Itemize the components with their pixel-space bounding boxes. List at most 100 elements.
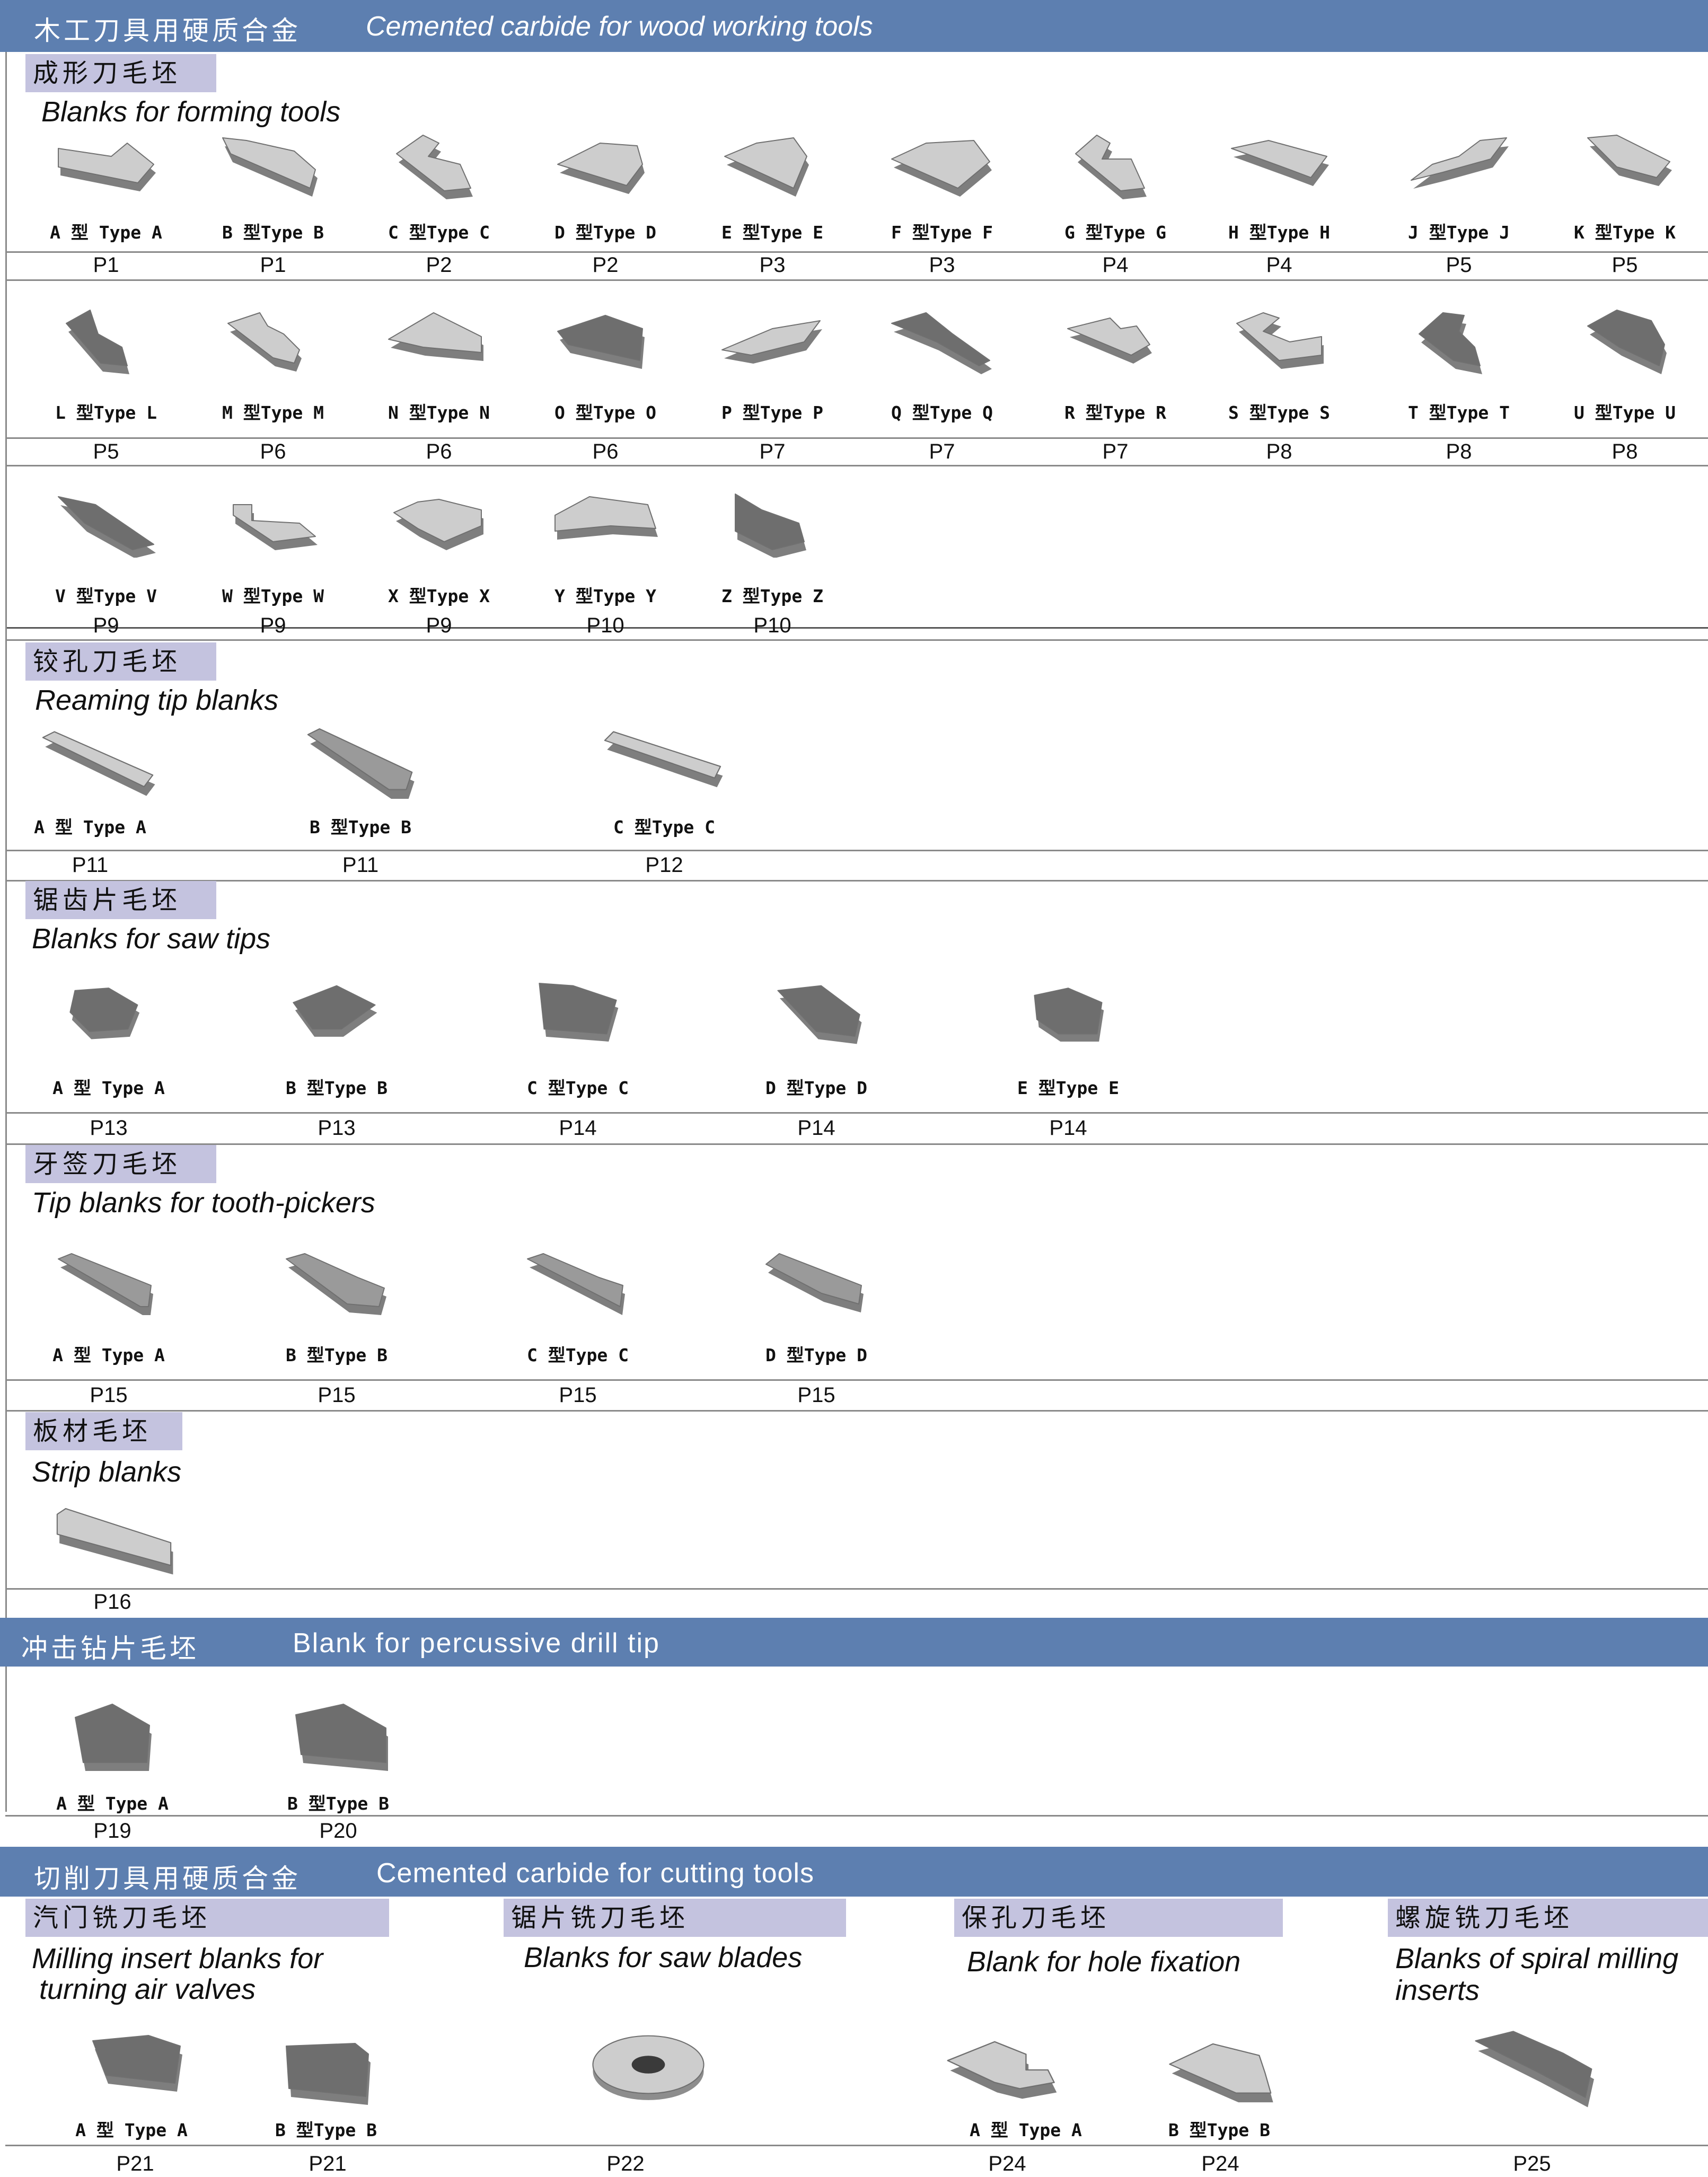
tab-spiral: 螺旋铣刀毛坯	[1388, 1899, 1708, 1937]
type-label: A 型 Type A	[75, 2120, 188, 2140]
type-label: U 型Type U	[1574, 402, 1676, 423]
page-ref: P21	[116, 2152, 154, 2175]
type-label: D 型Type D	[765, 1078, 867, 1098]
page-ref: P11	[342, 853, 379, 877]
type-label: T 型Type T	[1408, 402, 1510, 423]
type-label: W 型Type W	[222, 586, 324, 606]
saw-tip-blank-image	[293, 985, 377, 1037]
page-ref: P20	[319, 1819, 357, 1843]
divider	[5, 639, 1708, 641]
divider	[5, 437, 1708, 439]
blank-s-image	[1236, 312, 1324, 369]
blank-o-image	[557, 315, 645, 369]
divider	[5, 465, 1708, 466]
page-ref: P25	[1513, 2152, 1551, 2175]
page-ref: P14	[1049, 1116, 1087, 1140]
type-label: A 型 Type A	[52, 1345, 165, 1365]
hole-subtitle: Blank for hole fixation	[967, 1946, 1241, 1978]
spiral-subtitle-1: Blanks of spiral milling	[1395, 1943, 1679, 1975]
page-ref: P9	[260, 614, 286, 637]
page-ref: P3	[929, 253, 955, 277]
blank-j-image	[1411, 137, 1509, 189]
page-ref: P14	[797, 1116, 835, 1140]
page-ref: P5	[1446, 253, 1472, 277]
page-ref: P16	[93, 1590, 131, 1614]
type-label: C 型Type C	[527, 1345, 629, 1365]
page-ref: P24	[988, 2152, 1026, 2175]
hole-blank-b-image	[1169, 2043, 1273, 2103]
type-label: L 型Type L	[55, 402, 157, 423]
type-label: Y 型Type Y	[554, 586, 656, 606]
page-ref: P5	[1612, 253, 1638, 277]
type-label: B 型Type B	[286, 1078, 388, 1098]
type-label: C 型Type C	[527, 1078, 629, 1098]
saw-blade-blank-image	[592, 2035, 705, 2100]
type-label: A 型 Type A	[50, 222, 162, 243]
banner-cutting: 切削刀具用硬质合金 Cemented carbide for cutting t…	[0, 1847, 1708, 1897]
tab-forming: 成形刀毛坯	[25, 54, 216, 92]
type-label: A 型 Type A	[52, 1078, 165, 1098]
type-label: B 型Type B	[286, 1345, 388, 1365]
tooth-picker-blank-image	[58, 1253, 153, 1315]
type-label: P 型Type P	[721, 402, 823, 423]
page-ref: P9	[426, 614, 452, 637]
type-label: A 型 Type A	[56, 1793, 169, 1814]
divider	[5, 1112, 1708, 1114]
blank-e-image	[724, 137, 809, 197]
banner-wood-en: Cemented carbide for wood working tools	[366, 11, 873, 42]
type-label: C 型Type C	[613, 817, 715, 838]
tab-reaming: 铰孔刀毛坯	[25, 642, 216, 681]
page-ref: P13	[318, 1116, 356, 1140]
page-ref: P8	[1612, 440, 1638, 463]
drill-tip-blank-image	[75, 1704, 152, 1771]
blank-h-image	[1231, 140, 1329, 186]
type-label: N 型Type N	[388, 402, 490, 423]
divider	[5, 2145, 1708, 2146]
page-ref: P1	[260, 253, 286, 277]
banner-wood: 木工刀具用硬质合金 Cemented carbide for wood work…	[0, 0, 1708, 52]
banner-cutting-en: Cemented carbide for cutting tools	[376, 1858, 814, 1889]
spiral-blank-image	[1475, 2031, 1594, 2108]
divider	[5, 251, 1708, 253]
tab-hole: 保孔刀毛坯	[954, 1899, 1283, 1937]
reaming-blank-image	[604, 731, 723, 788]
type-label: S 型Type S	[1228, 402, 1330, 423]
blank-k-image	[1587, 135, 1672, 186]
reaming-subtitle: Reaming tip blanks	[35, 684, 279, 716]
page-ref: P5	[93, 440, 119, 463]
page-ref: P10	[586, 614, 624, 637]
blank-n-image	[388, 312, 483, 361]
page-ref: P15	[318, 1383, 356, 1407]
divider	[5, 1143, 1708, 1145]
type-label: D 型Type D	[765, 1345, 867, 1365]
type-label: X 型Type X	[388, 586, 490, 606]
banner-drill: 冲击钻片毛坯 Blank for percussive drill tip	[0, 1618, 1708, 1667]
divider	[5, 279, 1708, 281]
blank-b-image	[222, 137, 318, 197]
type-label: Z 型Type Z	[721, 586, 823, 606]
valve-blank-b-image	[286, 2043, 371, 2105]
tab-tooth: 牙签刀毛坯	[25, 1145, 216, 1183]
tooth-picker-blank-image	[527, 1253, 625, 1315]
type-label: E 型Type E	[721, 222, 823, 243]
divider	[5, 880, 1708, 882]
banner-drill-cn: 冲击钻片毛坯	[21, 1633, 199, 1664]
type-label: A 型 Type A	[970, 2120, 1082, 2140]
type-label: G 型Type G	[1064, 222, 1166, 243]
type-label: M 型Type M	[222, 402, 324, 423]
type-label: D 型Type D	[554, 222, 656, 243]
blank-g-image	[1075, 135, 1147, 199]
saw-tip-blank-image	[539, 983, 619, 1042]
page-ref: P13	[90, 1116, 128, 1140]
blank-z-image	[735, 493, 806, 558]
blank-y-image	[554, 496, 658, 540]
type-label: Q 型Type Q	[891, 402, 993, 423]
type-label: C 型Type C	[388, 222, 490, 243]
page-ref: P3	[759, 253, 786, 277]
saw-subtitle: Blanks for saw tips	[32, 923, 271, 955]
tab-saw: 锯齿片毛坯	[25, 881, 216, 919]
divider	[5, 1410, 1708, 1412]
page-ref: P14	[559, 1116, 597, 1140]
blank-w-image	[233, 504, 318, 550]
blank-l-image	[66, 310, 129, 374]
